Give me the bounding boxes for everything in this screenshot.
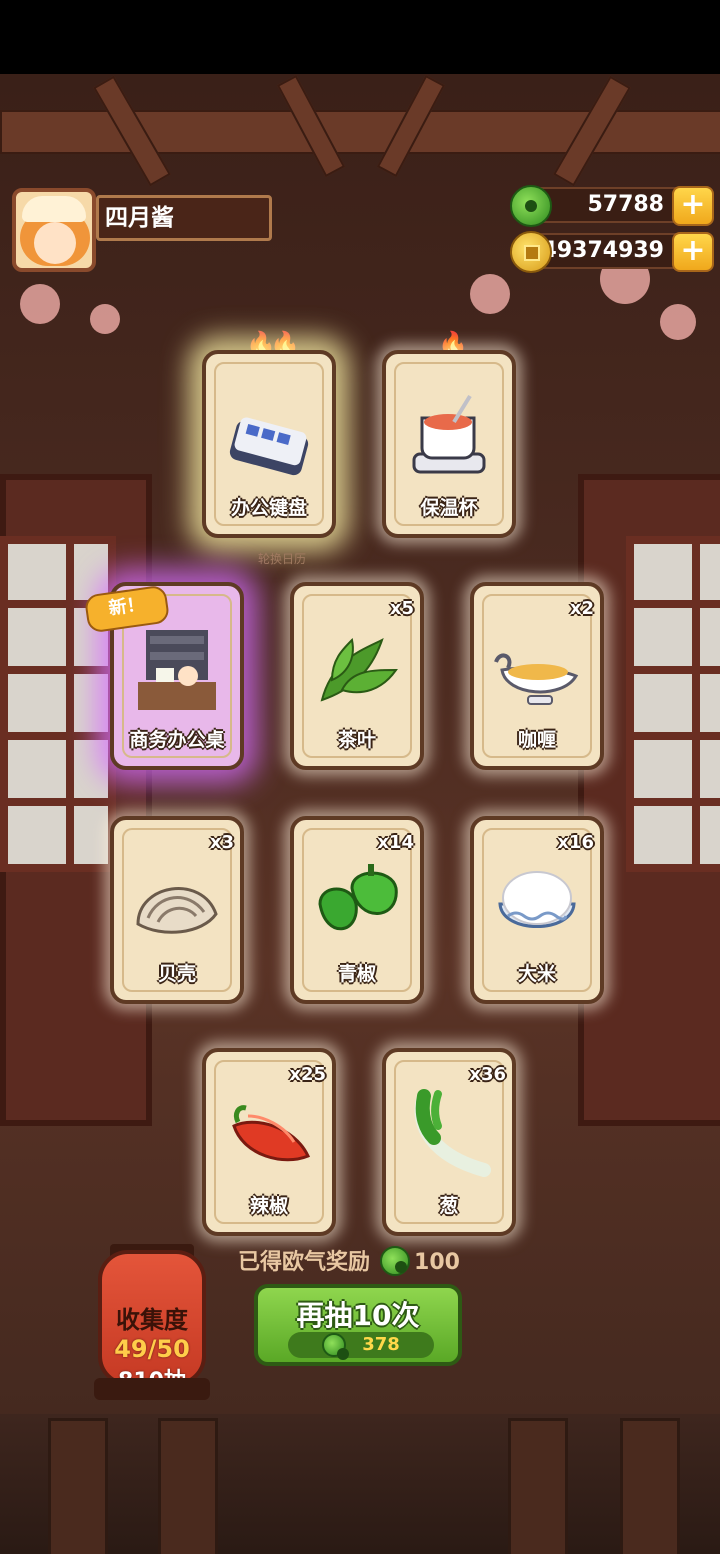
floor-post [620, 1418, 680, 1554]
luck-reward-label: 已得欧气奖励 [238, 1250, 371, 1275]
jade-icon [380, 1246, 411, 1276]
left-window [0, 536, 116, 872]
calendar-caption: 轮换日历 [257, 552, 306, 566]
chili-icon [232, 1105, 311, 1162]
card-label: 商务办公桌 [129, 729, 225, 751]
collection-lantern[interactable]: 收集度 49/50 810抽 [98, 1250, 206, 1394]
draw-ten-label: 再抽10次 [296, 1299, 420, 1332]
right-window [626, 536, 720, 872]
reward-card[interactable]: x3 贝壳 [110, 816, 244, 1004]
reward-card[interactable]: x5 茶叶 [290, 582, 424, 770]
card-label: 茶叶 [337, 729, 376, 751]
floor-post [158, 1418, 218, 1554]
reward-card[interactable]: x2 咖喱 [470, 582, 604, 770]
tea-leaf-icon [320, 637, 398, 702]
blossom [20, 284, 60, 324]
coin-icon [510, 231, 552, 273]
reward-card[interactable]: 保温杯 [382, 350, 516, 538]
card-label: 青椒 [337, 963, 376, 985]
card-label: 咖喱 [517, 729, 556, 751]
jade-icon [322, 1333, 350, 1360]
luck-reward-value: 100 [414, 1250, 460, 1275]
blossom [470, 274, 510, 314]
draw-cost-value: 378 [362, 1334, 400, 1355]
card-label: 贝壳 [157, 963, 196, 985]
scallion-icon [414, 1089, 491, 1177]
player-avatar[interactable] [12, 188, 96, 272]
floor-post [508, 1418, 568, 1554]
draw-cost: 378 [288, 1332, 434, 1360]
card-label: 葱 [439, 1195, 459, 1217]
card-label: 辣椒 [249, 1195, 288, 1217]
reward-card[interactable]: x16 大米 [470, 816, 604, 1004]
add-coin-button[interactable]: + [672, 232, 714, 272]
card-count: x5 [389, 598, 414, 619]
rice-icon [498, 871, 576, 928]
card-count: x3 [209, 832, 234, 853]
curry-icon [494, 653, 579, 705]
player-name: 四月酱 [96, 195, 272, 241]
blossom [90, 304, 120, 334]
collection-title: 收集度 [116, 1306, 188, 1334]
card-label: 大米 [517, 963, 556, 985]
card-label: 保温杯 [420, 497, 478, 519]
lantern-stand [94, 1378, 210, 1400]
draw-ten-button[interactable]: 再抽10次 378 [254, 1284, 462, 1366]
add-jade-button[interactable]: + [672, 186, 714, 226]
floor-post [48, 1418, 108, 1554]
card-count: x36 [469, 1064, 506, 1085]
reward-card[interactable]: x25 辣椒 [202, 1048, 336, 1236]
card-count: x16 [557, 832, 594, 853]
floor [0, 1414, 720, 1554]
office-desk-icon [138, 630, 216, 710]
jade-icon [510, 185, 552, 227]
avatar-hat [22, 196, 86, 222]
luck-reward: 已得欧气奖励 100 [238, 1246, 498, 1280]
card-label: 办公键盘 [230, 497, 307, 519]
thermos-cup-icon [412, 394, 486, 474]
avatar-face [34, 222, 76, 264]
keyboard-icon [229, 417, 309, 476]
reward-card[interactable]: x14 青椒 [290, 816, 424, 1004]
collection-progress: 49/50 [114, 1335, 190, 1363]
green-pepper-icon [318, 864, 398, 931]
status-bar [0, 0, 720, 74]
reward-card[interactable]: 办公键盘 [202, 350, 336, 538]
card-count: x2 [569, 598, 594, 619]
card-count: x25 [289, 1064, 326, 1085]
blossom [660, 304, 696, 340]
reward-card[interactable]: x36 葱 [382, 1048, 516, 1236]
shell-icon [136, 887, 218, 934]
card-count: x14 [377, 832, 414, 853]
